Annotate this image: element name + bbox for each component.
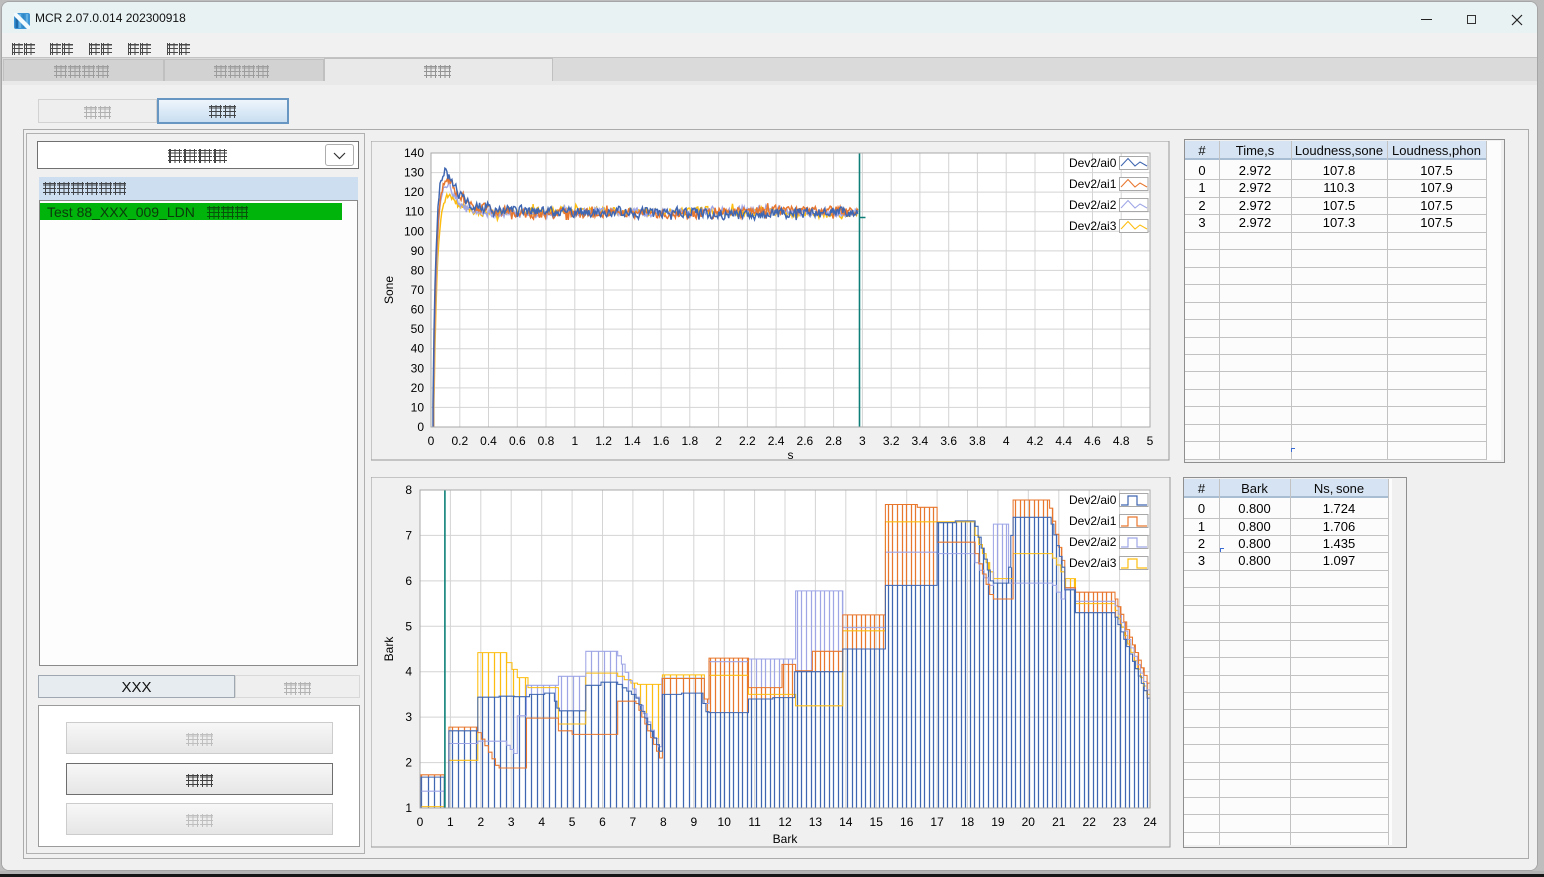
svg-text:10: 10 xyxy=(411,400,425,414)
svg-text:7: 7 xyxy=(405,528,412,542)
svg-text:4: 4 xyxy=(405,665,412,679)
svg-text:5: 5 xyxy=(405,619,412,633)
svg-text:2: 2 xyxy=(477,815,484,829)
svg-text:5: 5 xyxy=(1147,434,1154,448)
svg-text:3: 3 xyxy=(859,434,866,448)
svg-text:18: 18 xyxy=(961,815,975,829)
svg-text:0.4: 0.4 xyxy=(480,434,497,448)
svg-text:0: 0 xyxy=(428,434,435,448)
svg-text:3.4: 3.4 xyxy=(912,434,929,448)
svg-text:6: 6 xyxy=(405,574,412,588)
svg-text:Dev2/ai1: Dev2/ai1 xyxy=(1069,177,1117,191)
svg-text:15: 15 xyxy=(870,815,884,829)
svg-text:Dev2/ai0: Dev2/ai0 xyxy=(1069,493,1117,507)
svg-text:Dev2/ai2: Dev2/ai2 xyxy=(1069,535,1117,549)
svg-text:12: 12 xyxy=(778,815,792,829)
svg-text:30: 30 xyxy=(411,361,425,375)
svg-text:10: 10 xyxy=(718,815,732,829)
svg-text:140: 140 xyxy=(404,146,424,160)
svg-text:2.2: 2.2 xyxy=(739,434,756,448)
svg-text:9: 9 xyxy=(690,815,697,829)
svg-text:16: 16 xyxy=(900,815,914,829)
svg-text:0: 0 xyxy=(417,815,424,829)
svg-text:17: 17 xyxy=(930,815,944,829)
svg-text:2.4: 2.4 xyxy=(768,434,785,448)
svg-text:24: 24 xyxy=(1143,815,1157,829)
svg-text:19: 19 xyxy=(991,815,1005,829)
svg-text:Dev2/ai0: Dev2/ai0 xyxy=(1069,156,1117,170)
svg-text:40: 40 xyxy=(411,342,425,356)
svg-text:7: 7 xyxy=(630,815,637,829)
svg-text:90: 90 xyxy=(411,244,425,258)
svg-text:0: 0 xyxy=(417,420,424,434)
svg-text:22: 22 xyxy=(1083,815,1097,829)
svg-text:100: 100 xyxy=(404,224,424,238)
svg-text:0.2: 0.2 xyxy=(451,434,468,448)
svg-text:2: 2 xyxy=(405,756,412,770)
svg-text:4.2: 4.2 xyxy=(1027,434,1044,448)
svg-text:Dev2/ai2: Dev2/ai2 xyxy=(1069,198,1117,212)
svg-text:Dev2/ai3: Dev2/ai3 xyxy=(1069,219,1117,233)
svg-text:11: 11 xyxy=(748,815,761,829)
svg-text:Sone: Sone xyxy=(382,276,396,304)
svg-text:5: 5 xyxy=(569,815,576,829)
svg-text:120: 120 xyxy=(404,185,424,199)
svg-text:4.8: 4.8 xyxy=(1113,434,1130,448)
svg-text:50: 50 xyxy=(411,322,425,336)
svg-text:3.6: 3.6 xyxy=(940,434,957,448)
svg-text:4.4: 4.4 xyxy=(1055,434,1072,448)
svg-text:3: 3 xyxy=(508,815,515,829)
svg-text:Bark: Bark xyxy=(773,832,799,846)
svg-text:s: s xyxy=(788,448,794,461)
svg-text:8: 8 xyxy=(405,483,412,497)
svg-text:4: 4 xyxy=(538,815,545,829)
svg-text:4.6: 4.6 xyxy=(1084,434,1101,448)
svg-text:2: 2 xyxy=(715,434,722,448)
svg-text:23: 23 xyxy=(1113,815,1127,829)
svg-text:60: 60 xyxy=(411,303,425,317)
svg-text:2.6: 2.6 xyxy=(797,434,814,448)
svg-text:1: 1 xyxy=(405,801,412,815)
svg-text:0.6: 0.6 xyxy=(509,434,526,448)
svg-text:2.8: 2.8 xyxy=(825,434,842,448)
svg-text:0.8: 0.8 xyxy=(538,434,555,448)
svg-text:14: 14 xyxy=(839,815,853,829)
svg-text:20: 20 xyxy=(1022,815,1036,829)
svg-text:130: 130 xyxy=(404,166,424,180)
svg-text:Dev2/ai3: Dev2/ai3 xyxy=(1069,556,1117,570)
svg-text:1.2: 1.2 xyxy=(595,434,612,448)
svg-text:110: 110 xyxy=(405,205,424,219)
svg-text:80: 80 xyxy=(411,263,425,277)
svg-text:6: 6 xyxy=(599,815,606,829)
svg-text:Bark: Bark xyxy=(382,636,396,662)
svg-text:13: 13 xyxy=(809,815,823,829)
svg-text:21: 21 xyxy=(1052,815,1066,829)
svg-text:1.6: 1.6 xyxy=(653,434,670,448)
svg-text:1: 1 xyxy=(571,434,578,448)
svg-text:3.8: 3.8 xyxy=(969,434,986,448)
svg-text:1.8: 1.8 xyxy=(681,434,698,448)
svg-text:1.4: 1.4 xyxy=(624,434,641,448)
svg-text:4: 4 xyxy=(1003,434,1010,448)
svg-text:70: 70 xyxy=(411,283,425,297)
svg-text:20: 20 xyxy=(411,381,425,395)
svg-text:Dev2/ai1: Dev2/ai1 xyxy=(1069,514,1117,528)
svg-text:1: 1 xyxy=(447,815,454,829)
svg-text:8: 8 xyxy=(660,815,667,829)
svg-text:3: 3 xyxy=(405,710,412,724)
svg-text:3.2: 3.2 xyxy=(883,434,900,448)
